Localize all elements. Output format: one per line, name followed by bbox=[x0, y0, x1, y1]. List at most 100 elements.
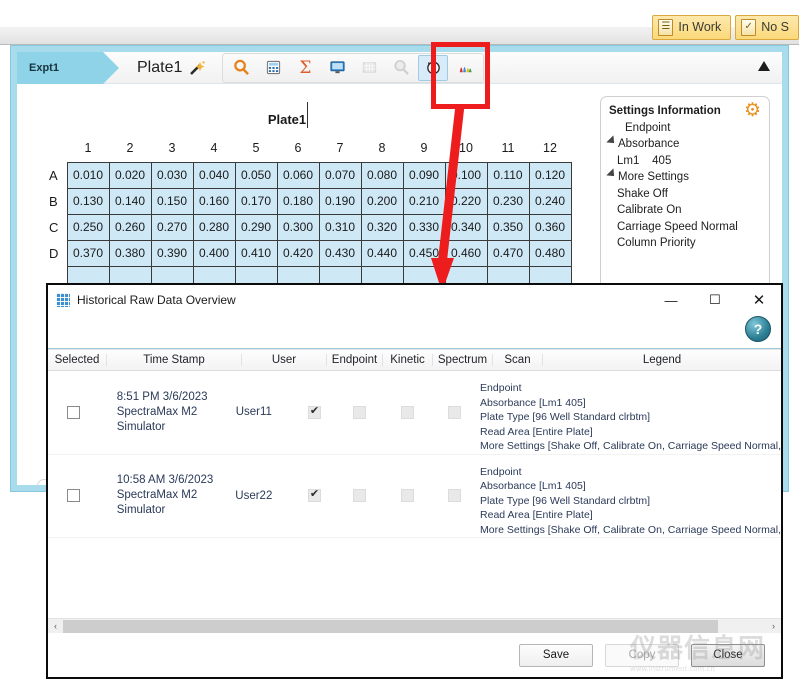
settings-calibrate: Calibrate On bbox=[609, 202, 761, 219]
well-d12[interactable]: 0.480 bbox=[529, 240, 571, 266]
well-c4[interactable]: 0.280 bbox=[193, 214, 235, 240]
well-b8[interactable]: 0.200 bbox=[361, 188, 403, 214]
well-d8[interactable]: 0.440 bbox=[361, 240, 403, 266]
grid-icon bbox=[361, 59, 378, 76]
plate-col-6: 6 bbox=[277, 136, 319, 162]
row-0-endpoint-cell bbox=[290, 371, 338, 454]
well-b4[interactable]: 0.160 bbox=[193, 188, 235, 214]
well-b1[interactable]: 0.130 bbox=[67, 188, 109, 214]
well-d2[interactable]: 0.380 bbox=[109, 240, 151, 266]
well-a1[interactable]: 0.010 bbox=[67, 162, 109, 188]
experiment-tab-expt1[interactable]: Expt1 bbox=[17, 52, 103, 84]
calculator-icon-button[interactable] bbox=[258, 55, 288, 81]
scroll-left-arrow-icon[interactable]: ‹ bbox=[48, 621, 63, 631]
screen-root: ☰ In Work ✓ No S Expt1 Plate1 bbox=[0, 0, 799, 687]
row-1-timestamp-line2: SpectraMax M2 bbox=[117, 488, 198, 503]
magnifier-orange-icon-button[interactable] bbox=[226, 55, 256, 81]
plate-row-label-c: C bbox=[47, 214, 67, 240]
well-d1[interactable]: 0.370 bbox=[67, 240, 109, 266]
column-header-user[interactable]: User bbox=[242, 354, 327, 366]
well-d7[interactable]: 0.430 bbox=[319, 240, 361, 266]
row-1-timestamp-line3: Simulator bbox=[117, 503, 166, 518]
well-d3[interactable]: 0.390 bbox=[151, 240, 193, 266]
row-0-spectrum-cell bbox=[381, 371, 433, 454]
row-1-legend-line-0: Endpoint bbox=[480, 465, 781, 480]
well-b5[interactable]: 0.170 bbox=[235, 188, 277, 214]
row-0-selected-checkbox[interactable] bbox=[67, 406, 80, 419]
close-button[interactable]: Close bbox=[691, 644, 765, 667]
maximize-button[interactable]: ☐ bbox=[693, 285, 737, 315]
row-1-selected-checkbox[interactable] bbox=[67, 489, 80, 502]
column-header-scan[interactable]: Scan bbox=[493, 354, 543, 366]
well-d4[interactable]: 0.400 bbox=[193, 240, 235, 266]
plate-col-1: 1 bbox=[67, 136, 109, 162]
scroll-right-arrow-icon[interactable]: › bbox=[766, 621, 781, 631]
row-1-legend-line-1: Absorbance [Lm1 405] bbox=[480, 479, 781, 494]
well-a3[interactable]: 0.030 bbox=[151, 162, 193, 188]
row-1-endpoint-checkbox bbox=[308, 489, 321, 502]
well-a2[interactable]: 0.020 bbox=[109, 162, 151, 188]
close-window-button[interactable]: ✕ bbox=[737, 285, 781, 315]
gear-icon[interactable]: ⚙ bbox=[744, 103, 761, 120]
plate-toolbar: Expt1 Plate1 bbox=[17, 52, 782, 84]
settings-shake: Shake Off bbox=[609, 186, 761, 203]
status-badge-no-signature[interactable]: ✓ No S bbox=[735, 15, 799, 40]
well-c12[interactable]: 0.360 bbox=[529, 214, 571, 240]
well-a6[interactable]: 0.060 bbox=[277, 162, 319, 188]
well-b2[interactable]: 0.140 bbox=[109, 188, 151, 214]
well-d5[interactable]: 0.410 bbox=[235, 240, 277, 266]
well-c8[interactable]: 0.320 bbox=[361, 214, 403, 240]
row-0-timestamp-cell: 8:51 PM 3/6/2023 SpectraMax M2 Simulator bbox=[99, 371, 218, 454]
status-badge-row: ☰ In Work ✓ No S bbox=[652, 14, 799, 40]
column-header-selected[interactable]: Selected bbox=[48, 354, 107, 366]
well-a4[interactable]: 0.040 bbox=[193, 162, 235, 188]
column-header-spectrum[interactable]: Spectrum bbox=[433, 354, 493, 366]
well-a12[interactable]: 0.120 bbox=[529, 162, 571, 188]
row-1-user: User22 bbox=[217, 455, 290, 538]
settings-group-absorbance-row[interactable]: Absorbance bbox=[609, 136, 761, 153]
well-b7[interactable]: 0.190 bbox=[319, 188, 361, 214]
dialog-subbar: ? bbox=[48, 315, 781, 349]
wand-icon-button[interactable] bbox=[182, 55, 212, 81]
well-b6[interactable]: 0.180 bbox=[277, 188, 319, 214]
grid-window-icon bbox=[56, 293, 70, 307]
well-c5[interactable]: 0.290 bbox=[235, 214, 277, 240]
well-b3[interactable]: 0.150 bbox=[151, 188, 193, 214]
status-badge-in-work[interactable]: ☰ In Work bbox=[652, 15, 731, 40]
well-a5[interactable]: 0.050 bbox=[235, 162, 277, 188]
column-header-legend[interactable]: Legend bbox=[543, 354, 781, 366]
settings-group-more-row[interactable]: More Settings bbox=[609, 169, 761, 186]
well-a8[interactable]: 0.080 bbox=[361, 162, 403, 188]
collapse-panel-triangle-icon[interactable] bbox=[758, 61, 770, 71]
row-1-spectrum-cell bbox=[381, 455, 433, 538]
well-c7[interactable]: 0.310 bbox=[319, 214, 361, 240]
row-1-kinetic-checkbox bbox=[353, 489, 366, 502]
annotation-red-arrow bbox=[400, 100, 520, 295]
table-row[interactable]: 10:58 AM 3/6/2023 SpectraMax M2 Simulato… bbox=[48, 455, 781, 539]
settings-column-priority: Column Priority bbox=[609, 235, 761, 252]
help-button[interactable]: ? bbox=[745, 316, 771, 342]
status-badge-no-signature-label: No S bbox=[761, 20, 789, 34]
column-header-time-stamp[interactable]: Time Stamp bbox=[107, 354, 242, 366]
well-c3[interactable]: 0.270 bbox=[151, 214, 193, 240]
horizontal-scrollbar[interactable]: ‹ › bbox=[48, 618, 781, 633]
save-button[interactable]: Save bbox=[519, 644, 593, 667]
well-b12[interactable]: 0.240 bbox=[529, 188, 571, 214]
scrollbar-thumb[interactable] bbox=[63, 620, 718, 633]
table-row[interactable]: 8:51 PM 3/6/2023 SpectraMax M2 Simulator… bbox=[48, 371, 781, 455]
column-header-endpoint[interactable]: Endpoint bbox=[327, 354, 383, 366]
plate-row-label-b: B bbox=[47, 188, 67, 214]
well-a7[interactable]: 0.070 bbox=[319, 162, 361, 188]
dialog-footer: Save Copy Close bbox=[48, 633, 781, 677]
row-0-endpoint-checkbox bbox=[308, 406, 321, 419]
well-c1[interactable]: 0.250 bbox=[67, 214, 109, 240]
well-d6[interactable]: 0.420 bbox=[277, 240, 319, 266]
column-header-kinetic[interactable]: Kinetic bbox=[383, 354, 433, 366]
grid-icon-button bbox=[354, 55, 384, 81]
well-c6[interactable]: 0.300 bbox=[277, 214, 319, 240]
well-c2[interactable]: 0.260 bbox=[109, 214, 151, 240]
sigma-icon: Σ bbox=[299, 58, 311, 78]
sigma-icon-button[interactable]: Σ bbox=[290, 55, 320, 81]
minimize-button[interactable]: — bbox=[649, 285, 693, 315]
monitor-icon-button[interactable] bbox=[322, 55, 352, 81]
